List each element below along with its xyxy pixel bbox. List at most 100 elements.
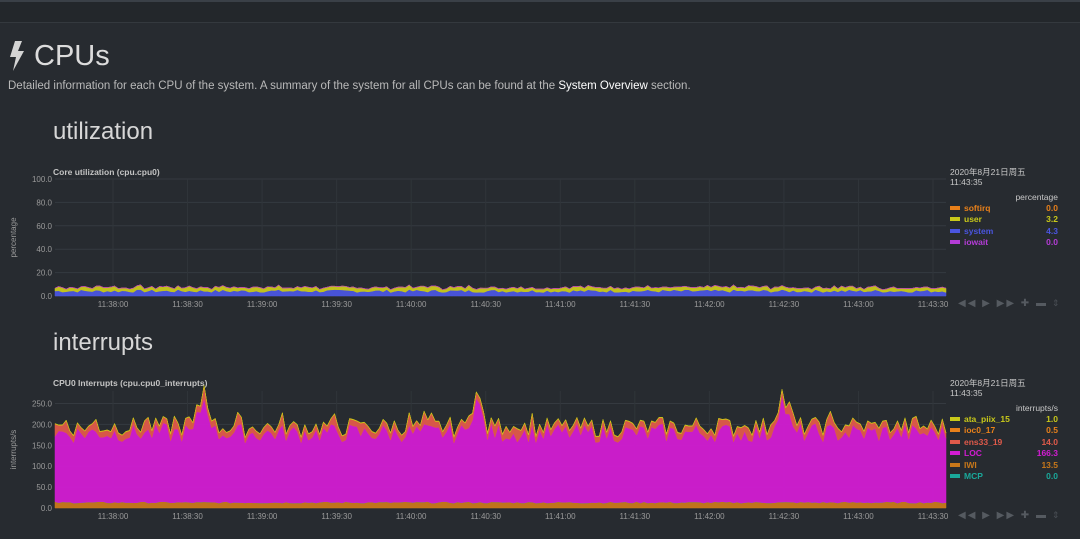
interrupts-chart-controls[interactable]: ◀◀ ▶ ▶▶ ✚ ▬ [958, 510, 1048, 521]
legend-date: 2020年8月21日周五 [950, 378, 1026, 388]
series-area-loc [54, 395, 947, 504]
x-tick-label: 11:42:00 [694, 300, 725, 309]
legend-time: 11:43:35 [950, 177, 983, 187]
x-tick-label: 11:40:00 [396, 512, 427, 521]
description-suffix: section. [651, 80, 691, 92]
legend-series-value: 13.5 [1041, 459, 1058, 470]
legend-swatch [950, 205, 960, 210]
x-tick-label: 11:41:00 [545, 300, 576, 309]
y-tick-label: 200.0 [32, 420, 53, 429]
legend-series-name: user [964, 214, 982, 225]
x-tick-label: 11:38:30 [172, 512, 203, 521]
x-tick-label: 11:39:30 [321, 300, 352, 309]
legend-item-iowait[interactable]: iowait 0.0 [950, 237, 1058, 249]
legend-series-value: 166.3 [1036, 448, 1058, 459]
legend-item-ens33-19[interactable]: ens33_19 14.0 [950, 436, 1058, 448]
y-axis-label: interrupts/s [9, 430, 18, 470]
y-tick-label: 0.0 [41, 504, 53, 513]
y-tick-label: 100.0 [32, 462, 53, 471]
legend-item-ioc0-17[interactable]: ioc0_17 0.5 [950, 425, 1058, 437]
legend-series-name: IWI [964, 459, 977, 470]
legend-swatch [950, 451, 960, 456]
utilization-chart[interactable]: 100.0 80.0 60.0 40.0 20.0 0.0 11:38:00 11:38:30… [0, 170, 960, 315]
utilization-legend: 2020年8月21日周五 11:43:35 percentage softirq… [950, 167, 1058, 248]
y-tick-label: 50.0 [36, 483, 52, 492]
x-tick-label: 11:42:00 [694, 512, 725, 521]
page-title: CPUs [8, 38, 110, 74]
x-tick-label: 11:41:30 [620, 300, 651, 309]
x-tick-label: 11:40:30 [470, 512, 501, 521]
y-tick-label: 40.0 [36, 245, 52, 254]
legend-rows: ata_piix_15 1.0 ioc0_17 0.5 ens33_19 14.0 LOC 1… [950, 413, 1058, 482]
y-tick-label: 150.0 [32, 441, 53, 450]
x-tick-label: 11:42:30 [769, 300, 800, 309]
legend-units: interrupts/s [1015, 403, 1058, 413]
x-tick-label: 11:39:30 [321, 512, 352, 521]
x-tick-label: 11:43:00 [843, 512, 874, 521]
legend-series-value: 0.0 [1046, 202, 1058, 213]
legend-item-ata-piix-15[interactable]: ata_piix_15 1.0 [950, 413, 1058, 425]
legend-item-mcp[interactable]: MCP 0.0 [950, 471, 1058, 483]
legend-rows: softirq 0.0 user 3.2 system 4.3 iowait 0.0 [950, 202, 1058, 248]
legend-series-name: ens33_19 [964, 436, 1003, 447]
legend-series-value: 0.0 [1046, 471, 1058, 482]
legend-series-value: 3.2 [1046, 214, 1058, 225]
page-title-text: CPUs [34, 39, 110, 72]
legend-series-value: 1.0 [1046, 413, 1058, 424]
interrupts-chart[interactable]: 250.0 200.0 150.0 100.0 50.0 0.0 11:38:00 11:38… [0, 382, 960, 527]
x-tick-label: 11:38:30 [172, 300, 203, 309]
legend-item-user[interactable]: user 3.2 [950, 214, 1058, 226]
x-tick-label: 11:42:30 [769, 512, 800, 521]
legend-item-system[interactable]: system 4.3 [950, 225, 1058, 237]
legend-swatch [950, 240, 960, 245]
system-overview-link[interactable]: System Overview [558, 80, 647, 92]
y-tick-label: 20.0 [36, 269, 52, 278]
page-description: Detailed information for each CPU of the… [8, 80, 691, 92]
x-tick-label: 11:39:00 [247, 300, 278, 309]
legend-series-value: 4.3 [1046, 225, 1058, 236]
section-title-utilization: utilization [53, 118, 154, 145]
legend-series-name: iowait [964, 237, 989, 248]
x-tick-label: 11:40:30 [470, 300, 501, 309]
x-tick-label: 11:38:00 [98, 512, 129, 521]
y-tick-label: 0.0 [41, 292, 53, 301]
utilization-resize-handle[interactable]: ⇕ [1052, 298, 1060, 309]
legend-swatch [950, 217, 960, 222]
x-tick-label: 11:41:00 [545, 512, 576, 521]
y-tick-label: 80.0 [36, 198, 52, 207]
x-tick-label: 11:43:30 [918, 512, 949, 521]
legend-swatch [950, 228, 960, 233]
interrupts-resize-handle[interactable]: ⇕ [1052, 510, 1060, 521]
legend-series-value: 0.0 [1046, 237, 1058, 248]
x-tick-label: 11:40:00 [396, 300, 427, 309]
legend-item-softirq[interactable]: softirq 0.0 [950, 202, 1058, 214]
section-title-interrupts: interrupts [53, 329, 154, 356]
x-tick-label: 11:43:30 [918, 300, 949, 309]
legend-swatch [950, 462, 960, 467]
legend-swatch [950, 474, 960, 479]
navbar-accent [0, 0, 1080, 2]
interrupts-legend: 2020年8月21日周五 11:43:35 interrupts/s ata_p… [950, 378, 1058, 482]
top-navbar [0, 0, 1080, 23]
legend-time: 11:43:35 [950, 388, 983, 398]
legend-series-name: softirq [964, 202, 991, 213]
legend-item-iwi[interactable]: IWI 13.5 [950, 459, 1058, 471]
legend-swatch [950, 428, 960, 433]
utilization-chart-controls[interactable]: ◀◀ ▶ ▶▶ ✚ ▬ [958, 298, 1048, 309]
legend-item-loc[interactable]: LOC 166.3 [950, 448, 1058, 460]
legend-series-name: ioc0_17 [964, 425, 996, 436]
description-text: Detailed information for each CPU of the… [8, 80, 556, 92]
legend-date: 2020年8月21日周五 [950, 167, 1026, 177]
legend-series-name: system [964, 225, 994, 236]
x-tick-label: 11:38:00 [98, 300, 129, 309]
legend-swatch [950, 416, 960, 421]
legend-series-name: LOC [964, 448, 982, 459]
x-tick-label: 11:41:30 [620, 512, 651, 521]
y-tick-label: 250.0 [32, 400, 53, 409]
legend-swatch [950, 439, 960, 444]
y-tick-label: 60.0 [36, 222, 52, 231]
x-tick-label: 11:43:00 [843, 300, 874, 309]
legend-series-value: 0.5 [1046, 425, 1058, 436]
x-tick-label: 11:39:00 [247, 512, 278, 521]
y-tick-label: 100.0 [32, 175, 53, 184]
